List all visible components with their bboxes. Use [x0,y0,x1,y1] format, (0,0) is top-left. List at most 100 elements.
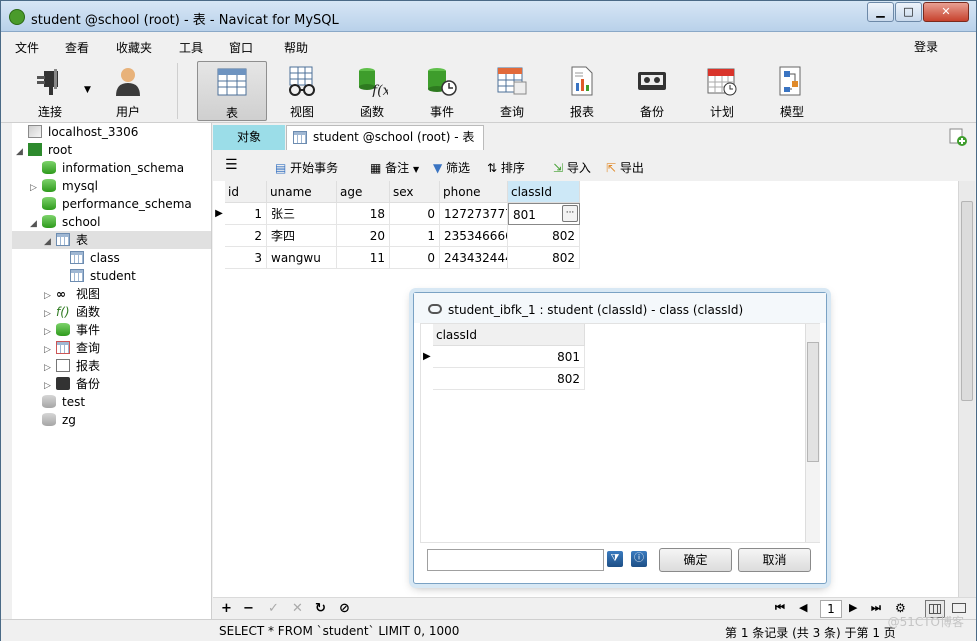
close-button[interactable]: ✕ [923,2,969,22]
discard-changes-button[interactable]: ✕ [292,601,303,616]
tree-item-class[interactable]: class [58,249,120,267]
grid-vertical-scrollbar[interactable] [958,181,975,597]
table-cell[interactable]: 235346666 [440,225,508,247]
lookup-scrollbar[interactable] [805,324,820,542]
connect-dropdown-icon[interactable]: ▼ [84,85,91,95]
export-button[interactable]: ⇱ 导出 [606,159,644,176]
cancel-button[interactable]: 取消 [738,548,811,572]
sort-button[interactable]: ⇅ 排序 [487,159,525,176]
model-button[interactable]: 模型 [757,61,827,121]
object-tree[interactable]: localhost_3306 ◢ root information_schema … [12,123,212,620]
table-cell[interactable]: 张三 [267,203,337,225]
views-button[interactable]: 视图 [267,61,337,121]
lookup-value-cell[interactable]: 801 [433,346,585,368]
menu-icon[interactable]: ☰ [225,157,238,173]
scrollbar-thumb[interactable] [961,201,973,401]
apply-changes-button[interactable]: ✓ [268,601,279,616]
table-cell[interactable]: 802 [508,247,580,269]
first-page-button[interactable]: ⏮ [775,601,785,615]
tab-student-table[interactable]: student @school (root) - 表 [286,125,484,150]
tree-item-root[interactable]: ◢ root [16,141,72,159]
table-cell[interactable]: 1 [225,203,267,225]
menu-window[interactable]: 窗口 [229,39,253,56]
menu-file[interactable]: 文件 [15,39,39,56]
table-cell[interactable]: 0 [390,203,440,225]
connect-button[interactable]: 连接 [15,61,85,121]
table-cell[interactable]: 0 [390,247,440,269]
backup-button[interactable]: 备份 [617,61,687,121]
tree-item-views[interactable]: ▷ ∞ 视图 [44,285,100,303]
new-tab-icon[interactable] [948,127,968,147]
column-header-id[interactable]: id [225,181,267,203]
queries-button[interactable]: 查询 [477,61,547,121]
table-cell[interactable]: 18 [337,203,390,225]
tree-item-performance-schema[interactable]: performance_schema [30,195,192,213]
last-page-button[interactable]: ⏭ [871,601,881,615]
tree-item-connection[interactable]: localhost_3306 [16,123,138,141]
add-record-button[interactable]: + [221,601,232,616]
schedule-button[interactable]: 计划 [687,61,757,121]
table-cell[interactable]: 243432444 [440,247,508,269]
tree-item-events[interactable]: ▷ 事件 [44,321,100,339]
filter-button[interactable]: ▼ 筛选 [433,159,470,176]
menu-help[interactable]: 帮助 [284,39,308,56]
tree-item-queries[interactable]: ▷ 查询 [44,339,100,357]
collapse-arrow-icon[interactable]: ◢ [16,143,28,161]
table-cell[interactable]: 127273777 [440,203,508,225]
menu-favorites[interactable]: 收藏夹 [116,39,152,56]
functions-button[interactable]: f(x) 函数 [337,61,407,121]
tab-objects[interactable]: 对象 [213,125,285,150]
column-header-sex[interactable]: sex [390,181,440,203]
table-cell[interactable]: 1 [390,225,440,247]
page-number-input[interactable]: 1 [820,600,842,618]
lookup-search-input[interactable] [427,549,604,571]
tree-item-zg[interactable]: zg [30,411,76,429]
previous-page-button[interactable]: ◀ [799,601,807,614]
column-header-uname[interactable]: uname [267,181,337,203]
tree-item-student[interactable]: student [58,267,136,285]
tree-item-backups[interactable]: ▷ 备份 [44,375,100,393]
table-cell[interactable]: 20 [337,225,390,247]
filter-icon[interactable]: ⧩ [607,551,623,567]
tree-item-test[interactable]: test [30,393,85,411]
next-page-button[interactable]: ▶ [849,601,857,614]
table-cell[interactable]: 802 [508,225,580,247]
stop-button[interactable]: ⊘ [339,601,350,616]
collapse-arrow-icon[interactable]: ◢ [44,233,56,251]
minimize-button[interactable]: ▁ [867,2,894,22]
refresh-button[interactable]: ↻ [315,601,326,616]
user-button[interactable]: 用户 [93,61,163,121]
lookup-grid[interactable]: classId ▶ 801 802 [420,323,820,543]
tree-item-functions[interactable]: ▷ f() 函数 [44,303,100,321]
info-icon[interactable]: ⓘ [631,551,647,567]
events-button[interactable]: 事件 [407,61,477,121]
lookup-ellipsis-button[interactable]: ··· [562,205,578,222]
column-header-classid[interactable]: classId [508,181,580,203]
menu-tools[interactable]: 工具 [179,39,203,56]
tree-item-mysql[interactable]: ▷ mysql [30,177,98,195]
column-header-age[interactable]: age [337,181,390,203]
table-cell[interactable]: 11 [337,247,390,269]
ok-button[interactable]: 确定 [659,548,732,572]
delete-record-button[interactable]: − [243,601,254,616]
tree-item-reports[interactable]: ▷ 报表 [44,357,100,375]
column-header-classid[interactable]: classId [433,324,585,346]
begin-transaction-button[interactable]: ▤ 开始事务 [275,159,338,176]
table-cell[interactable]: wangwu [267,247,337,269]
reports-button[interactable]: 报表 [547,61,617,121]
lookup-value-cell[interactable]: 802 [433,368,585,390]
tree-item-tables[interactable]: ◢ 表 [12,231,211,249]
menu-view[interactable]: 查看 [65,39,89,56]
tables-button[interactable]: 表 [197,61,267,121]
table-cell[interactable]: 2 [225,225,267,247]
tree-item-school[interactable]: ◢ school [30,213,100,231]
import-button[interactable]: ⇲ 导入 [553,159,591,176]
maximize-button[interactable]: □ [895,2,922,22]
login-link[interactable]: 登录 [914,38,938,55]
tree-item-information-schema[interactable]: information_schema [30,159,184,177]
memo-button[interactable]: ▦ 备注 ▼ [370,159,419,176]
column-header-phone[interactable]: phone [440,181,508,203]
scrollbar-thumb[interactable] [807,342,819,462]
table-cell[interactable]: 李四 [267,225,337,247]
table-cell[interactable]: 3 [225,247,267,269]
